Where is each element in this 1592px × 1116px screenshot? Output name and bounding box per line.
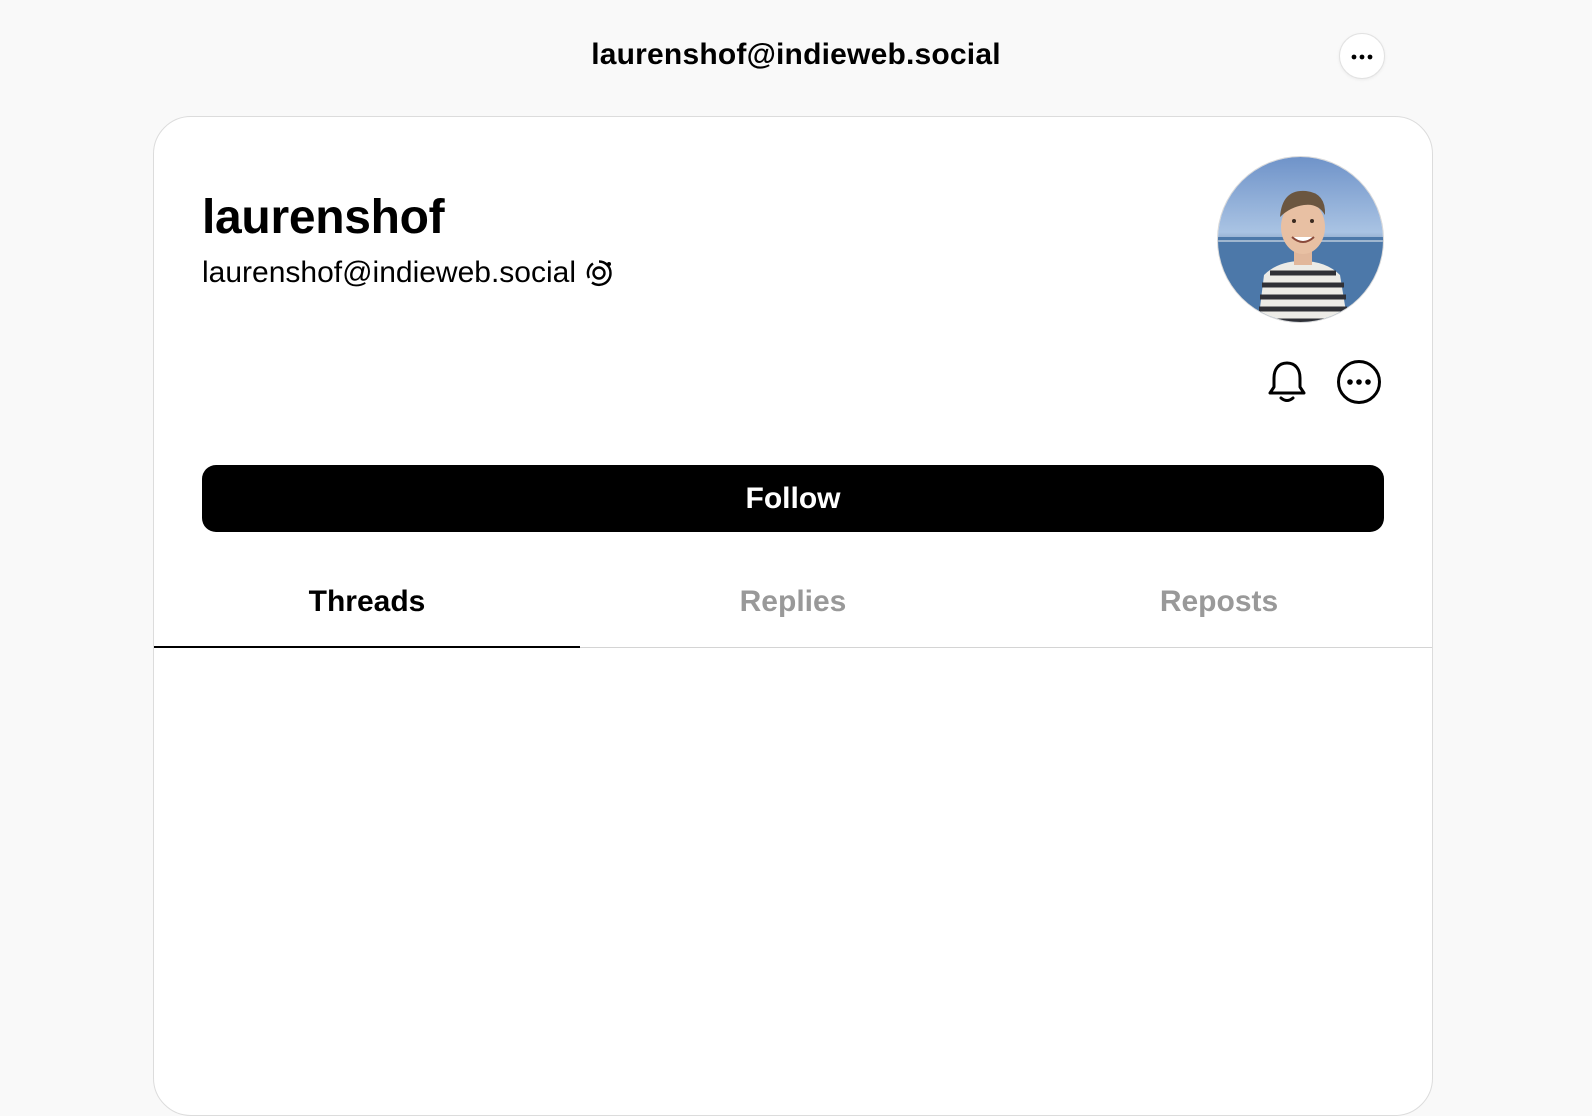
profile-card: laurenshof laurenshof@indieweb.social Fo… xyxy=(153,116,1433,1116)
profile-action-icons xyxy=(1264,359,1382,410)
follow-button[interactable]: Follow xyxy=(202,465,1384,532)
tab-threads[interactable]: Threads xyxy=(154,557,580,648)
more-horizontal-icon xyxy=(1351,47,1373,65)
profile-handle-row: laurenshof@indieweb.social xyxy=(202,256,614,290)
profile-display-name: laurenshof xyxy=(202,191,445,244)
avatar[interactable] xyxy=(1217,156,1384,323)
tab-replies[interactable]: Replies xyxy=(580,557,1006,647)
profile-more-button[interactable] xyxy=(1336,359,1382,410)
more-options-button[interactable] xyxy=(1339,33,1385,79)
top-bar: laurenshof@indieweb.social xyxy=(0,0,1592,112)
more-circle-icon xyxy=(1336,359,1382,410)
tab-reposts[interactable]: Reposts xyxy=(1006,557,1432,647)
fediverse-icon[interactable] xyxy=(584,258,614,288)
profile-tabs: Threads Replies Reposts xyxy=(154,557,1432,648)
profile-handle: laurenshof@indieweb.social xyxy=(202,256,577,289)
notifications-button[interactable] xyxy=(1264,361,1310,407)
bell-icon xyxy=(1266,359,1308,410)
